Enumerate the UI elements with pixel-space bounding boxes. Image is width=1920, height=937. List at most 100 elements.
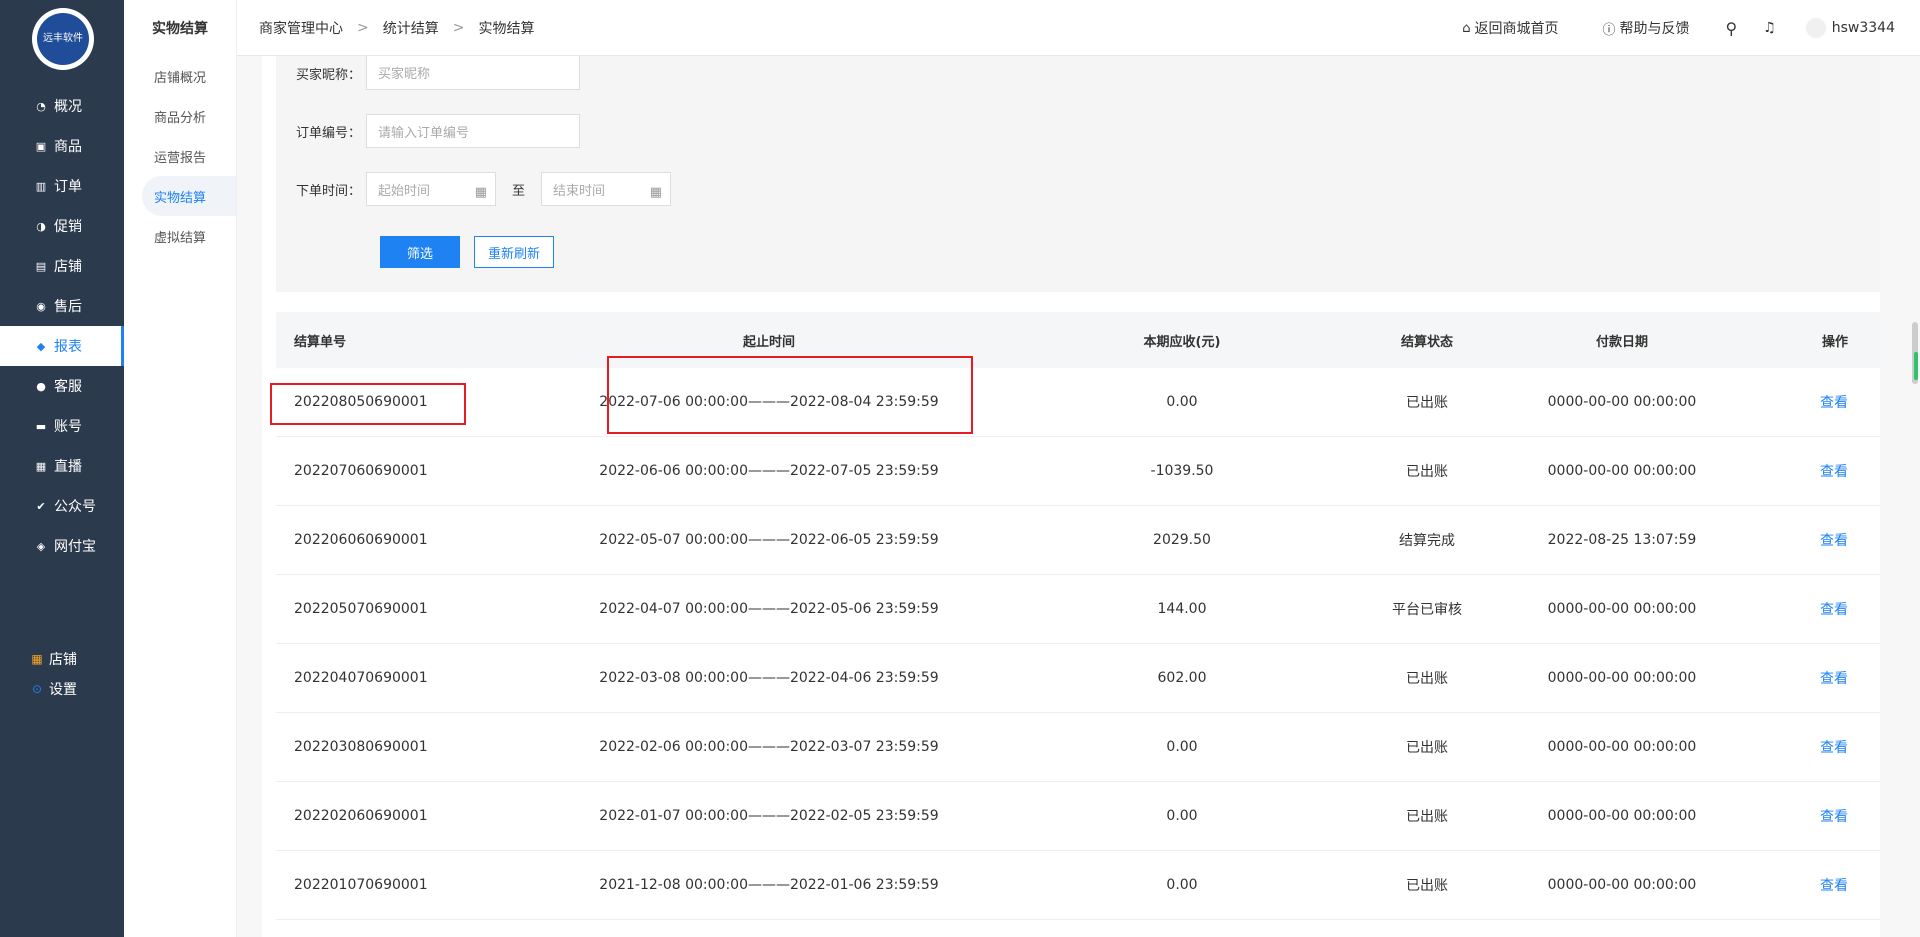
brand-logo[interactable]: 远丰软件 [32,8,94,70]
subnav-item-0[interactable]: 店铺概况 [124,56,236,96]
period-cell: 2022-01-07 00:00:00———2022-02-05 23:59:5… [599,808,939,824]
logo-text: 远丰软件 [37,13,89,65]
buyer-nickname-input[interactable]: 买家昵称 [366,56,580,90]
scroll-indicator [1914,352,1918,380]
table-row: 202205070690001 2022-04-07 00:00:00———202… [276,575,1880,644]
buyer-placeholder: 买家昵称 [378,67,431,82]
home-link[interactable]: ⌂ 返回商城首页 [1462,18,1558,38]
table-row: 202208050690001 2022-07-06 00:00:00———202… [276,368,1880,437]
sidebar-item-1[interactable]: ▣ 商品 [0,126,124,166]
settlement-table: 结算单号 起止时间 本期应收(元) 结算状态 付款日期 操作 202208050… [276,312,1880,920]
payment-date-cell: 2022-08-25 13:07:59 [1547,532,1697,548]
order-placeholder: 请输入订单编号 [378,125,470,141]
calendar-icon: ▦ [649,185,663,200]
view-link[interactable]: 查看 [1722,461,1880,481]
sidebar-bottom: ▦ 店铺 ⊙ 设置 [0,644,124,704]
subnav-item-2[interactable]: 运营报告 [124,136,236,176]
amount-cell: 2029.50 [1153,532,1211,548]
breadcrumb-merchant-center[interactable]: 商家管理中心 [259,18,343,38]
subnav-item-3[interactable]: 实物结算 [142,176,236,216]
sidebar-item-3[interactable]: ◑ 促销 [0,206,124,246]
amount-cell: -1039.50 [1150,463,1214,479]
view-link[interactable]: 查看 [1722,530,1880,550]
order-row: 订单编号： 请输入订单编号 [296,114,580,148]
help-icon: ⓘ [1602,22,1616,38]
sidebar-item-5[interactable]: ◉ 售后 [0,286,124,326]
header-period: 起止时间 [742,334,795,350]
period-cell: 2022-02-06 00:00:00———2022-03-07 23:59:5… [599,739,939,755]
shield-icon: ◈ [36,539,46,553]
header-amount: 本期应收(元) [1143,334,1221,350]
sidebar-item-label: 促销 [54,219,82,235]
sidebar-item-label: 订单 [54,179,82,195]
highlight-box-period [607,356,973,434]
bag-icon: ▣ [35,139,47,153]
filter-button[interactable]: 筛选 [380,236,460,268]
table-row: 202201070690001 2021-12-08 00:00:00———202… [276,851,1880,920]
username: hsw3344 [1831,20,1895,36]
table-header: 结算单号 起止时间 本期应收(元) 结算状态 付款日期 操作 [276,312,1880,368]
payment-date-cell: 0000-00-00 00:00:00 [1547,808,1697,824]
amount-cell: 0.00 [1166,739,1198,755]
main-nav: ◔ 概况 ▣ 商品 ▥ 订单 ◑ 促销 ▤ 店铺 ◉ 售后 ◆ 报表 ● 客服 ▬ 账号 ▦ 直播 ✔ 公众号 ◈ 网付宝 [0,86,124,566]
sidebar-item-9[interactable]: ▦ 直播 [0,446,124,486]
period-cell: 2022-04-07 00:00:00———2022-05-06 23:59:5… [599,601,939,617]
user-menu[interactable]: hsw3344 [1805,18,1895,38]
view-link[interactable]: 查看 [1722,668,1880,688]
settlement-id-cell: 202204070690001 [294,670,428,686]
table-row: 202204070690001 2022-03-08 00:00:00———202… [276,644,1880,713]
subnav-item-1[interactable]: 商品分析 [124,96,236,136]
view-link[interactable]: 查看 [1722,806,1880,826]
help-link-label: 帮助与反馈 [1619,21,1690,37]
settlement-id-cell: 202205070690001 [294,601,428,617]
view-link[interactable]: 查看 [1722,392,1880,412]
payment-date-cell: 0000-00-00 00:00:00 [1547,877,1697,893]
header-action: 操作 [1821,334,1848,350]
amount-cell: 144.00 [1157,601,1207,617]
settlement-id-cell: 202202060690001 [294,808,428,824]
help-link[interactable]: ⓘ 帮助与反馈 [1602,18,1689,38]
search-button[interactable]: ⚲ [1725,19,1737,38]
status-cell: 平台已审核 [1392,602,1462,618]
refresh-button[interactable]: 重新刷新 [474,236,554,268]
breadcrumb-statistics[interactable]: 统计结算 [383,18,439,38]
table-row: 202202060690001 2022-01-07 00:00:00———202… [276,782,1880,851]
sidebar-bottom-item-0[interactable]: ▦ 店铺 [0,644,124,674]
settlement-id-cell: 202201070690001 [294,877,428,893]
view-link[interactable]: 查看 [1722,599,1880,619]
card-icon: ▬ [35,419,47,433]
subnav-list: 店铺概况 商品分析 运营报告 实物结算 虚拟结算 [124,56,236,256]
sidebar-item-10[interactable]: ✔ 公众号 [0,486,124,526]
highlight-box-settlement-id [270,383,466,425]
sidebar-item-6[interactable]: ◆ 报表 [0,326,124,366]
period-cell: 2021-12-08 00:00:00———2022-01-06 23:59:5… [599,877,939,893]
customer-service-icon: ● [36,379,46,393]
breadcrumb-physical-settlement: 实物结算 [478,20,535,37]
start-time-input[interactable]: 起始时间 ▦ [366,172,496,206]
sidebar-item-label: 直播 [54,459,82,475]
sidebar-item-4[interactable]: ▤ 店铺 [0,246,124,286]
view-link[interactable]: 查看 [1722,875,1880,895]
end-time-input[interactable]: 结束时间 ▦ [541,172,672,206]
amount-cell: 602.00 [1157,670,1207,686]
sidebar-bottom-item-1[interactable]: ⊙ 设置 [0,674,124,704]
avatar [1805,18,1826,38]
chevron-right-icon: > [357,19,369,36]
sidebar-item-0[interactable]: ◔ 概况 [0,86,124,126]
table-body: 202208050690001 2022-07-06 00:00:00———202… [276,368,1880,920]
subnav-item-4[interactable]: 虚拟结算 [124,216,236,256]
sidebar-item-label: 账号 [54,419,82,435]
view-link[interactable]: 查看 [1722,737,1880,757]
sidebar-item-7[interactable]: ● 客服 [0,366,124,406]
sidebar-item-11[interactable]: ◈ 网付宝 [0,526,124,566]
after-sale-icon: ◉ [36,299,46,313]
scrollbar[interactable] [1912,322,1920,384]
notification-button[interactable]: ♫ [1763,20,1776,36]
settlement-id-cell: 202207060690001 [294,463,428,479]
payment-date-cell: 0000-00-00 00:00:00 [1547,601,1697,617]
status-cell: 已出账 [1406,464,1448,480]
order-number-input[interactable]: 请输入订单编号 [366,114,580,148]
sidebar-item-8[interactable]: ▬ 账号 [0,406,124,446]
end-placeholder: 结束时间 [553,183,606,199]
sidebar-item-2[interactable]: ▥ 订单 [0,166,124,206]
